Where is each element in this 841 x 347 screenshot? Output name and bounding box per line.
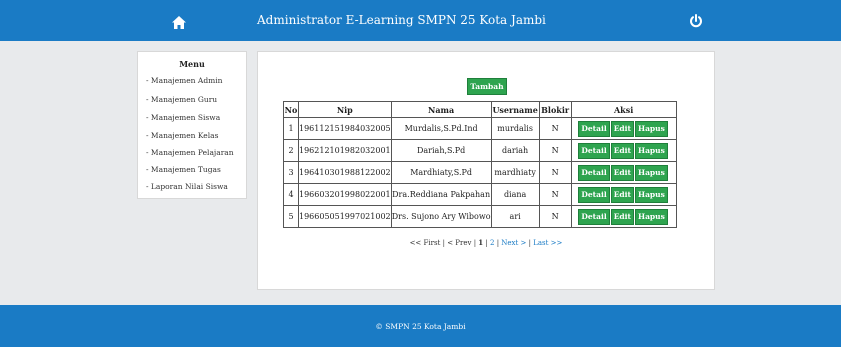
sidebar-item-siswa[interactable]: - Manajemen Siswa <box>146 113 220 122</box>
main-content: Tambah No Nip Nama Username Blokir Aksi … <box>257 51 715 290</box>
detail-button[interactable]: Detail <box>578 164 610 181</box>
cell-username: diana <box>490 183 540 206</box>
top-navbar: Administrator E-Learning SMPN 25 Kota Ja… <box>0 0 841 41</box>
cell-no: 5 <box>283 205 299 228</box>
sidebar-item-laporan[interactable]: - Laporan Nilai Siswa <box>146 182 228 191</box>
pager-separator: | <box>496 239 500 247</box>
cell-nip: 196605051997021002 <box>298 205 392 228</box>
pager-first[interactable]: << First <box>410 239 441 247</box>
table-row: 2 196212101982032001 Dariah,S.Pd dariah … <box>283 139 677 162</box>
cell-nip: 196603201998022001 <box>298 183 392 206</box>
column-header-username: Username <box>490 101 540 118</box>
cell-blokir: N <box>538 183 572 206</box>
cell-nip: 196112151984032005 <box>298 117 392 140</box>
app-title: Administrator E-Learning SMPN 25 Kota Ja… <box>257 13 546 27</box>
sidebar-item-kelas[interactable]: - Manajemen Kelas <box>146 131 218 140</box>
pager-separator: | <box>528 239 531 247</box>
cell-username: dariah <box>490 139 540 162</box>
pager-next[interactable]: Next > <box>501 239 526 247</box>
edit-button[interactable]: Edit <box>610 164 634 181</box>
table-row: 5 196605051997021002 Drs. Sujono Ary Wib… <box>283 205 677 228</box>
cell-nip: 196410301988122002 <box>298 161 392 184</box>
cell-nama: Dariah,S.Pd <box>390 139 492 162</box>
teacher-table: No Nip Nama Username Blokir Aksi 1 19611… <box>283 101 677 228</box>
menu-title: Menu <box>179 59 205 69</box>
cell-no: 2 <box>283 139 299 162</box>
table-row: 3 196410301988122002 Mardhiaty,S.Pd mard… <box>283 161 677 184</box>
table-row: 4 196603201998022001 Dra.Reddiana Pakpah… <box>283 183 677 206</box>
cell-blokir: N <box>538 139 572 162</box>
detail-button[interactable]: Detail <box>578 120 610 137</box>
sidebar-item-admin[interactable]: - Manajemen Admin <box>146 76 222 85</box>
edit-button[interactable]: Edit <box>610 142 634 159</box>
cell-blokir: N <box>538 205 572 228</box>
column-header-aksi: Aksi <box>570 101 677 118</box>
table-header-row: No Nip Nama Username Blokir Aksi <box>283 101 677 118</box>
pagination: << First | < Prev | 1 | 2 | Next > | Las… <box>258 238 714 247</box>
cell-actions: Detail Edit Hapus <box>570 139 677 162</box>
home-icon[interactable] <box>172 14 186 29</box>
pager-current-page: 1 <box>478 238 484 247</box>
cell-actions: Detail Edit Hapus <box>570 183 677 206</box>
cell-username: ari <box>490 205 540 228</box>
detail-button[interactable]: Detail <box>578 142 610 159</box>
cell-no: 4 <box>283 183 299 206</box>
delete-button[interactable]: Hapus <box>634 164 668 181</box>
cell-username: mardhiaty <box>490 161 540 184</box>
sidebar-item-tugas[interactable]: - Manajemen Tugas <box>146 165 221 174</box>
power-icon[interactable] <box>689 13 703 28</box>
edit-button[interactable]: Edit <box>610 208 634 225</box>
edit-button[interactable]: Edit <box>610 120 634 137</box>
delete-button[interactable]: Hapus <box>634 142 668 159</box>
cell-blokir: N <box>538 117 572 140</box>
column-header-nama: Nama <box>390 101 492 118</box>
cell-actions: Detail Edit Hapus <box>570 161 677 184</box>
table-row: 1 196112151984032005 Murdalis,S.Pd.Ind m… <box>283 117 677 140</box>
cell-blokir: N <box>538 161 572 184</box>
detail-button[interactable]: Detail <box>578 186 610 203</box>
pager-page-2[interactable]: 2 <box>490 239 494 247</box>
pager-separator: | <box>485 239 488 247</box>
detail-button[interactable]: Detail <box>578 208 610 225</box>
delete-button[interactable]: Hapus <box>634 208 668 225</box>
pager-separator: | <box>473 239 477 247</box>
delete-button[interactable]: Hapus <box>634 186 668 203</box>
footer: © SMPN 25 Kota Jambi <box>0 305 841 347</box>
footer-copyright: © SMPN 25 Kota Jambi <box>375 322 466 331</box>
column-header-no: No <box>283 101 299 118</box>
cell-nama: Murdalis,S.Pd.Ind <box>390 117 492 140</box>
cell-nama: Dra.Reddiana Pakpahan <box>390 183 492 206</box>
cell-actions: Detail Edit Hapus <box>570 117 677 140</box>
column-header-blokir: Blokir <box>538 101 572 118</box>
pager-prev[interactable]: < Prev <box>447 239 471 247</box>
cell-nama: Mardhiaty,S.Pd <box>390 161 492 184</box>
cell-username: murdalis <box>490 117 540 140</box>
sidebar-menu: Menu - Manajemen Admin - Manajemen Guru … <box>137 51 247 199</box>
delete-button[interactable]: Hapus <box>634 120 668 137</box>
sidebar-item-guru[interactable]: - Manajemen Guru <box>146 95 217 104</box>
column-header-nip: Nip <box>298 101 392 118</box>
cell-no: 1 <box>283 117 299 140</box>
pager-last[interactable]: Last >> <box>533 239 562 247</box>
cell-actions: Detail Edit Hapus <box>570 205 677 228</box>
cell-nama: Drs. Sujono Ary Wibowo <box>390 205 492 228</box>
sidebar-item-pelajaran[interactable]: - Manajemen Pelajaran <box>146 148 234 157</box>
cell-no: 3 <box>283 161 299 184</box>
edit-button[interactable]: Edit <box>610 186 634 203</box>
add-button[interactable]: Tambah <box>467 78 507 95</box>
pager-separator: | <box>442 239 445 247</box>
cell-nip: 196212101982032001 <box>298 139 392 162</box>
